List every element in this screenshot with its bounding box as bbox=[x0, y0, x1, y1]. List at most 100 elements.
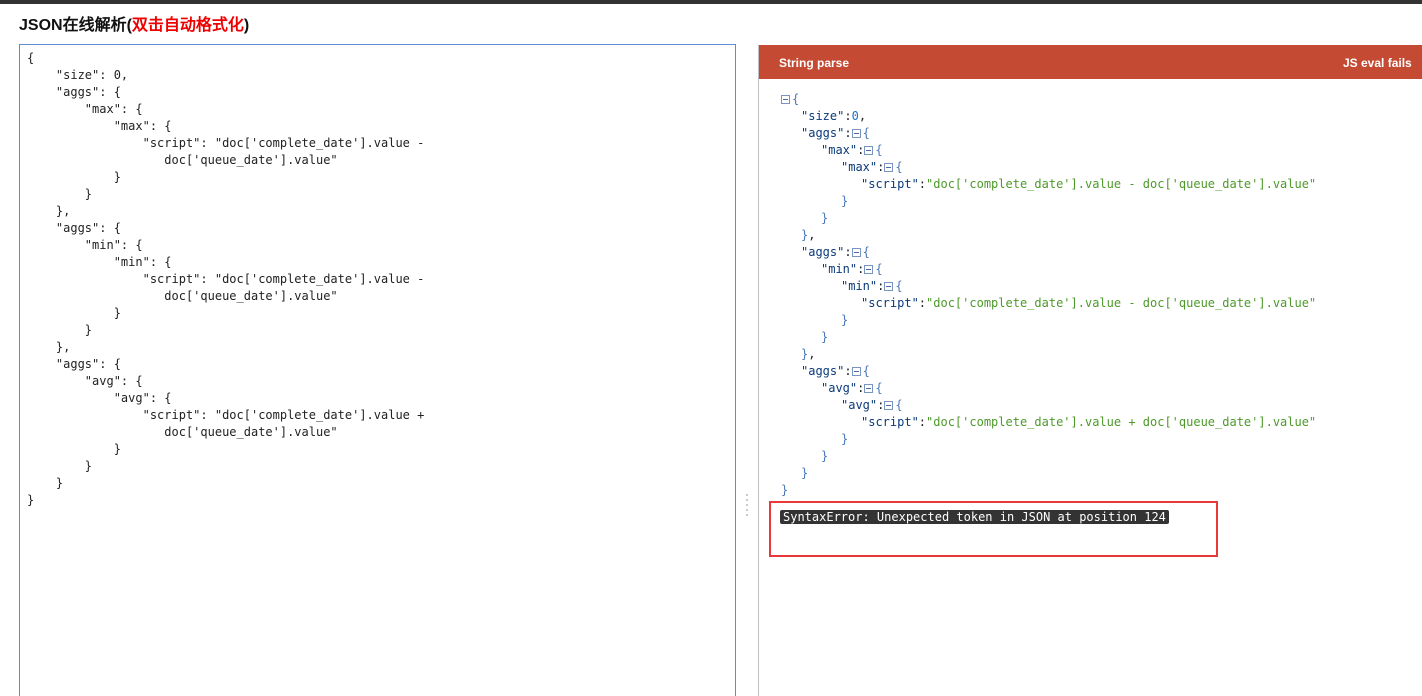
tree-string-value: "doc['complete_date'].value - doc['queue… bbox=[926, 177, 1317, 191]
tree-key: "aggs" bbox=[801, 364, 845, 378]
tree-line: "aggs": { bbox=[781, 125, 1316, 142]
page-title-suffix: ) bbox=[243, 17, 250, 34]
colon: : bbox=[918, 415, 927, 429]
open-brace: { bbox=[875, 381, 883, 395]
colon: : bbox=[877, 160, 885, 174]
comma: , bbox=[858, 109, 867, 123]
tree-key: "avg" bbox=[841, 398, 878, 412]
close-brace: } bbox=[781, 483, 789, 497]
tree-line: }, bbox=[781, 346, 1316, 363]
tree-line: "min": { bbox=[781, 278, 1316, 295]
colon: : bbox=[844, 364, 852, 378]
close-brace: } bbox=[821, 330, 829, 344]
page-title: JSON在线解析(双击自动格式化) bbox=[19, 15, 249, 37]
error-highlight-box: SyntaxError: Unexpected token in JSON at… bbox=[769, 501, 1218, 557]
json-input-text[interactable]: { "size": 0, "aggs": { "max": { "max": {… bbox=[20, 45, 735, 509]
tree-key: "min" bbox=[841, 279, 878, 293]
collapse-toggle-icon[interactable] bbox=[884, 401, 894, 410]
comma: , bbox=[808, 228, 816, 242]
open-brace: { bbox=[875, 143, 883, 157]
tree-line: "max": { bbox=[781, 159, 1316, 176]
tree-line: "min": { bbox=[781, 261, 1316, 278]
tree-line: "max": { bbox=[781, 142, 1316, 159]
tree-line: } bbox=[781, 193, 1316, 210]
open-brace: { bbox=[875, 262, 883, 276]
result-panel: String parse JS eval fails {"size":0, "ag… bbox=[758, 45, 1422, 696]
close-brace: } bbox=[841, 432, 849, 446]
tree-line: "size":0, bbox=[781, 108, 1316, 125]
tree-string-value: "doc['complete_date'].value - doc['queue… bbox=[926, 296, 1317, 310]
open-brace: { bbox=[895, 398, 903, 412]
tree-line: "aggs": { bbox=[781, 244, 1316, 261]
tree-key: "size" bbox=[801, 109, 845, 123]
collapse-toggle-icon[interactable] bbox=[884, 282, 894, 291]
colon: : bbox=[918, 177, 927, 191]
close-brace: } bbox=[841, 194, 849, 208]
page-title-main: JSON在线解析( bbox=[19, 17, 132, 34]
collapse-toggle-icon[interactable] bbox=[864, 146, 874, 155]
tree-key: "aggs" bbox=[801, 126, 845, 140]
tree-line: "aggs": { bbox=[781, 363, 1316, 380]
tree-line: "script":"doc['complete_date'].value + d… bbox=[781, 414, 1316, 431]
collapse-toggle-icon[interactable] bbox=[781, 95, 790, 104]
tree-key: "script" bbox=[861, 415, 919, 429]
top-bar bbox=[0, 0, 1422, 4]
tree-line: }, bbox=[781, 227, 1316, 244]
json-parser-page: JSON在线解析(双击自动格式化) { "size": 0, "aggs": {… bbox=[0, 0, 1422, 696]
tree-line: } bbox=[781, 431, 1316, 448]
collapse-toggle-icon[interactable] bbox=[851, 248, 861, 257]
colon: : bbox=[877, 398, 885, 412]
panel-splitter-handle[interactable] bbox=[745, 494, 749, 518]
tree-key: "min" bbox=[821, 262, 858, 276]
colon: : bbox=[857, 381, 865, 395]
tree-line: } bbox=[781, 465, 1316, 482]
tree-line: } bbox=[781, 482, 1316, 499]
colon: : bbox=[844, 126, 852, 140]
tree-string-value: "doc['complete_date'].value + doc['queue… bbox=[926, 415, 1317, 429]
js-eval-status: JS eval fails bbox=[1343, 56, 1412, 70]
collapse-toggle-icon[interactable] bbox=[851, 367, 861, 376]
tree-key: "max" bbox=[821, 143, 858, 157]
colon: : bbox=[918, 296, 927, 310]
open-brace: { bbox=[895, 279, 903, 293]
open-brace: { bbox=[895, 160, 903, 174]
tree-line: "avg": { bbox=[781, 397, 1316, 414]
colon: : bbox=[877, 279, 885, 293]
colon: : bbox=[857, 143, 865, 157]
result-header: String parse JS eval fails bbox=[759, 45, 1422, 79]
json-input-editor[interactable]: { "size": 0, "aggs": { "max": { "max": {… bbox=[19, 44, 736, 696]
open-brace: { bbox=[862, 245, 870, 259]
open-brace: { bbox=[792, 92, 800, 106]
tree-line: "script":"doc['complete_date'].value - d… bbox=[781, 295, 1316, 312]
tree-line: "avg": { bbox=[781, 380, 1316, 397]
colon: : bbox=[844, 245, 852, 259]
page-title-highlight: 双击自动格式化 bbox=[131, 17, 244, 34]
tree-line: } bbox=[781, 210, 1316, 227]
tree-number-value: 0 bbox=[851, 109, 859, 123]
open-brace: { bbox=[862, 126, 870, 140]
colon: : bbox=[857, 262, 865, 276]
close-brace: } bbox=[801, 466, 809, 480]
syntax-error-message: SyntaxError: Unexpected token in JSON at… bbox=[780, 510, 1169, 524]
colon: : bbox=[844, 109, 852, 123]
tree-line: } bbox=[781, 312, 1316, 329]
collapse-toggle-icon[interactable] bbox=[884, 163, 894, 172]
tree-line: } bbox=[781, 448, 1316, 465]
comma: , bbox=[808, 347, 816, 361]
close-brace: } bbox=[821, 449, 829, 463]
tree-line: { bbox=[781, 91, 1316, 108]
string-parse-label: String parse bbox=[779, 56, 850, 70]
close-brace: } bbox=[841, 313, 849, 327]
tree-line: } bbox=[781, 329, 1316, 346]
collapse-toggle-icon[interactable] bbox=[851, 129, 861, 138]
tree-key: "avg" bbox=[821, 381, 858, 395]
tree-key: "script" bbox=[861, 296, 919, 310]
tree-key: "script" bbox=[861, 177, 919, 191]
collapse-toggle-icon[interactable] bbox=[864, 265, 874, 274]
open-brace: { bbox=[862, 364, 870, 378]
json-tree-view: {"size":0, "aggs":{"max":{"max":{"script"… bbox=[781, 91, 1316, 499]
close-brace: } bbox=[821, 211, 829, 225]
tree-key: "aggs" bbox=[801, 245, 845, 259]
collapse-toggle-icon[interactable] bbox=[864, 384, 874, 393]
tree-line: "script":"doc['complete_date'].value - d… bbox=[781, 176, 1316, 193]
